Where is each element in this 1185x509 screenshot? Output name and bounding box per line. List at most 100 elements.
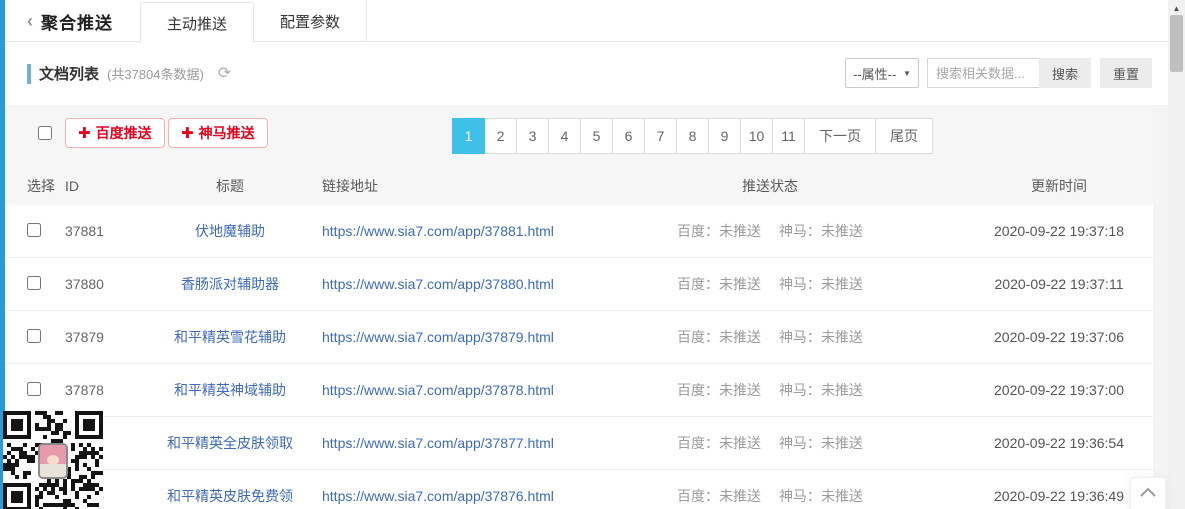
back-icon[interactable]: ‹: [27, 12, 33, 30]
col-header-url: 链接地址: [322, 178, 378, 194]
reset-button[interactable]: 重置: [1099, 58, 1152, 88]
row-id: 37880: [65, 276, 104, 292]
row-id: 37881: [65, 223, 104, 239]
accent-bar: [27, 63, 31, 84]
row-push-status: 百度：未推送 神马：未推送: [677, 382, 863, 398]
tab-bar: 主动推送 配置参数: [140, 0, 368, 43]
row-checkbox[interactable]: [27, 381, 41, 396]
col-header-title: 标题: [216, 178, 244, 194]
table-row: 37880 香肠派对辅助器 https://www.sia7.com/app/3…: [5, 258, 1168, 311]
attribute-select-value: --属性--: [852, 66, 897, 82]
page-button-4[interactable]: 4: [548, 118, 581, 154]
page-button-10[interactable]: 10: [740, 118, 773, 154]
tab-label: 配置参数: [280, 13, 341, 31]
row-title-link[interactable]: 和平精英皮肤免费领: [145, 486, 315, 506]
next-page-button[interactable]: 下一页: [804, 118, 876, 154]
row-url-link[interactable]: https://www.sia7.com/app/37880.html: [315, 276, 660, 292]
page-title: 聚合推送: [41, 13, 113, 33]
row-url-link[interactable]: https://www.sia7.com/app/37878.html: [315, 382, 660, 398]
page: ‹ 聚合推送 主动推送 配置参数 文档列表 (共37804条数据) ⟳ --属性…: [0, 0, 1185, 509]
tab-active-push[interactable]: 主动推送: [140, 2, 255, 43]
row-checkbox[interactable]: [27, 222, 41, 237]
search-button[interactable]: 搜索: [1038, 58, 1091, 88]
chevron-up-icon: [1140, 487, 1156, 497]
chevron-down-icon: ▼: [903, 68, 911, 78]
back-navigation[interactable]: ‹ 聚合推送: [27, 0, 113, 42]
search-input[interactable]: [926, 58, 1039, 88]
row-update-time: 2020-09-22 19:37:18: [994, 223, 1124, 239]
table-row: 37877 和平精英全皮肤领取 https://www.sia7.com/app…: [5, 417, 1168, 470]
row-push-status: 百度：未推送 神马：未推送: [677, 435, 863, 451]
tab-config-params[interactable]: 配置参数: [254, 0, 368, 42]
row-url-link[interactable]: https://www.sia7.com/app/37881.html: [315, 223, 660, 239]
page-button-7[interactable]: 7: [644, 118, 677, 154]
qr-code: [3, 411, 103, 509]
page-button-8[interactable]: 8: [676, 118, 709, 154]
row-push-status: 百度：未推送 神马：未推送: [677, 276, 863, 292]
table-tool-zone: ✚ 百度推送 ✚ 神马推送 1 2 3 4 5 6 7 8 9 10 11 下一…: [5, 105, 1168, 205]
table-row: 37881 伏地魔辅助 https://www.sia7.com/app/378…: [5, 205, 1168, 258]
row-url-link[interactable]: https://www.sia7.com/app/37879.html: [315, 329, 660, 345]
list-title: 文档列表: [39, 66, 100, 83]
col-header-id: ID: [65, 178, 79, 194]
table-row: 37876 和平精英皮肤免费领 https://www.sia7.com/app…: [5, 470, 1168, 509]
plus-icon: ✚: [78, 125, 91, 142]
row-id: 37879: [65, 329, 104, 345]
row-update-time: 2020-09-22 19:36:49: [994, 488, 1124, 504]
table-row: 37878 和平精英神域辅助 https://www.sia7.com/app/…: [5, 364, 1168, 417]
baidu-push-label: 百度推送: [95, 125, 152, 141]
row-title-link[interactable]: 和平精英神域辅助: [145, 380, 315, 400]
row-title-link[interactable]: 和平精英全皮肤领取: [145, 433, 315, 453]
table-body: 37881 伏地魔辅助 https://www.sia7.com/app/378…: [5, 205, 1168, 509]
page-button-11[interactable]: 11: [772, 118, 805, 154]
page-button-2[interactable]: 2: [484, 118, 517, 154]
row-title-link[interactable]: 伏地魔辅助: [145, 221, 315, 241]
main-content: ‹ 聚合推送 主动推送 配置参数 文档列表 (共37804条数据) ⟳ --属性…: [5, 0, 1168, 509]
right-gutter: [1153, 105, 1168, 509]
scrollbar-up-icon[interactable]: ▲: [1168, 4, 1185, 13]
shenma-push-label: 神马推送: [198, 125, 255, 141]
pagination: 1 2 3 4 5 6 7 8 9 10 11 下一页 尾页: [452, 118, 933, 154]
row-url-link[interactable]: https://www.sia7.com/app/37876.html: [315, 488, 660, 504]
actions-row: ✚ 百度推送 ✚ 神马推送 1 2 3 4 5 6 7 8 9 10 11 下一…: [5, 105, 1168, 163]
col-header-select: 选择: [27, 178, 55, 194]
row-title-link[interactable]: 和平精英雪花辅助: [145, 327, 315, 347]
table-row: 37879 和平精英雪花辅助 https://www.sia7.com/app/…: [5, 311, 1168, 364]
page-button-9[interactable]: 9: [708, 118, 741, 154]
page-button-3[interactable]: 3: [516, 118, 549, 154]
toolbar: 文档列表 (共37804条数据) ⟳ --属性-- ▼ 搜索 重置: [5, 42, 1168, 105]
last-page-button[interactable]: 尾页: [875, 118, 933, 154]
browser-scrollbar[interactable]: ▲: [1168, 0, 1185, 509]
row-url-link[interactable]: https://www.sia7.com/app/37877.html: [315, 435, 660, 451]
row-checkbox[interactable]: [27, 275, 41, 290]
row-id: 37878: [65, 382, 104, 398]
top-header: ‹ 聚合推送 主动推送 配置参数: [5, 0, 1168, 43]
toolbar-right: --属性-- ▼ 搜索 重置: [844, 58, 1152, 88]
attribute-select[interactable]: --属性-- ▼: [844, 58, 919, 88]
row-push-status: 百度：未推送 神马：未推送: [677, 223, 863, 239]
page-button-1[interactable]: 1: [452, 118, 485, 154]
shenma-push-button[interactable]: ✚ 神马推送: [168, 118, 268, 148]
page-button-5[interactable]: 5: [580, 118, 613, 154]
col-header-status: 推送状态: [742, 178, 798, 194]
row-title-link[interactable]: 香肠派对辅助器: [145, 274, 315, 294]
avatar: [38, 443, 68, 479]
page-button-6[interactable]: 6: [612, 118, 645, 154]
col-header-time: 更新时间: [1031, 178, 1087, 194]
row-update-time: 2020-09-22 19:37:06: [994, 329, 1124, 345]
select-all-checkbox[interactable]: [38, 126, 52, 140]
row-update-time: 2020-09-22 19:36:54: [994, 435, 1124, 451]
table-header: 选择 ID 标题 链接地址 推送状态 更新时间: [5, 167, 1168, 205]
list-count: (共37804条数据): [107, 67, 204, 82]
refresh-icon[interactable]: ⟳: [218, 65, 231, 82]
toolbar-left: 文档列表 (共37804条数据) ⟳: [27, 42, 231, 105]
row-checkbox[interactable]: [27, 328, 41, 343]
scroll-to-top-button[interactable]: [1130, 477, 1166, 509]
plus-icon: ✚: [181, 125, 194, 142]
row-push-status: 百度：未推送 神马：未推送: [677, 329, 863, 345]
row-update-time: 2020-09-22 19:37:00: [994, 382, 1124, 398]
row-update-time: 2020-09-22 19:37:11: [994, 276, 1124, 292]
baidu-push-button[interactable]: ✚ 百度推送: [65, 118, 165, 148]
scrollbar-thumb[interactable]: [1170, 15, 1183, 72]
tab-label: 主动推送: [167, 15, 228, 33]
